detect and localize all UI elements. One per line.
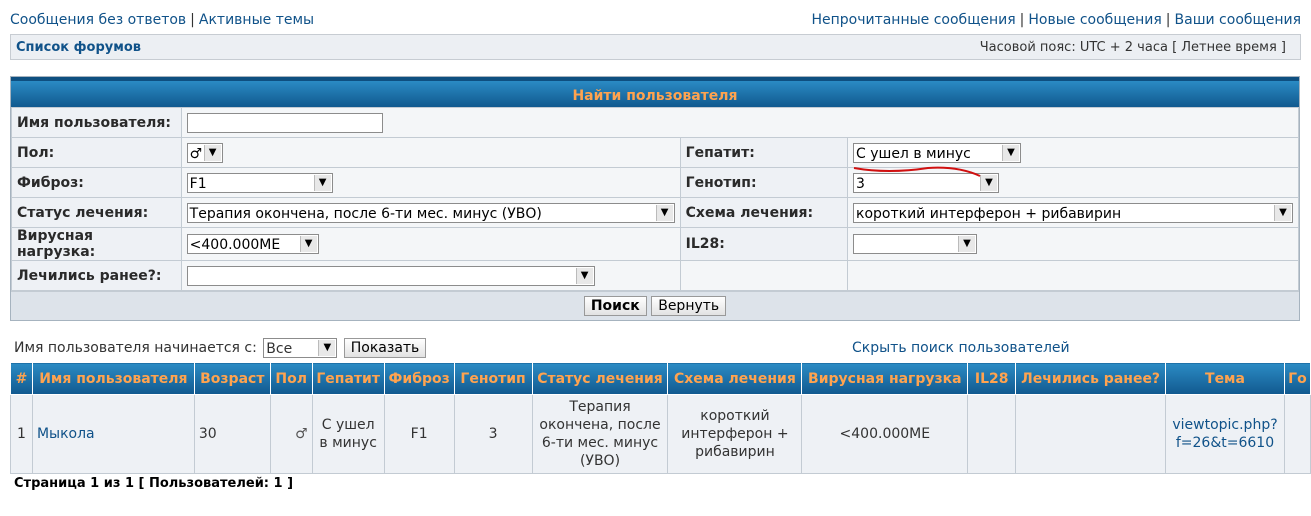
col-viral-load[interactable]: Вирусная нагрузка — [801, 362, 969, 395]
new-posts-link[interactable]: Новые сообщения — [1028, 12, 1161, 28]
username-input[interactable] — [186, 112, 383, 133]
col-il28[interactable]: IL28 — [967, 362, 1017, 395]
show-button[interactable]: Показать — [343, 338, 427, 358]
viral-load-label: Вирусная нагрузка: — [11, 227, 182, 261]
col-treatment-status[interactable]: Статус лечения — [531, 362, 669, 395]
table-row: 1 Мыкола 30 ♂ С ушел в минус F1 3 Терапи… — [10, 394, 1311, 474]
forum-list-link[interactable]: Список форумов — [16, 40, 141, 55]
treated-before-cell — [1015, 394, 1167, 474]
viral-load-select[interactable]: <400.000МЕ ▼ — [186, 234, 319, 254]
starts-with-label: Имя пользователя начинается с: — [14, 340, 257, 356]
treatment-scheme-cell: короткий интерферон + рибавирин — [667, 394, 803, 474]
col-treated-before[interactable]: Лечились ранее? — [1015, 362, 1167, 395]
il28-cell — [967, 394, 1017, 474]
row-number: 1 — [10, 394, 33, 474]
chevron-down-icon: ▼ — [575, 267, 593, 284]
treatment-status-label: Статус лечения: — [11, 197, 182, 228]
navbar: Список форумов Часовой пояс: UTC + 2 час… — [10, 34, 1301, 60]
treatment-status-cell: Терапия окончена, после 6-ти мес. минус … — [531, 394, 669, 474]
user-search-panel: Найти пользователя Имя пользователя: Пол… — [10, 76, 1300, 321]
search-button[interactable]: Поиск — [583, 296, 647, 316]
col-hepatitis[interactable]: Гепатит — [311, 362, 385, 395]
col-number[interactable]: # — [10, 362, 33, 395]
genotype-cell: 3 — [453, 394, 533, 474]
topic-link[interactable]: viewtopic.php?f=26&t=6610 — [1172, 417, 1277, 451]
gender-cell: ♂ — [269, 394, 313, 474]
il28-select[interactable]: ▼ — [853, 234, 977, 254]
treatment-scheme-label: Схема лечения: — [679, 197, 849, 228]
top-links: Сообщения без ответов | Активные темы Непр… — [10, 12, 1301, 28]
col-fibrosis[interactable]: Фиброз — [383, 362, 455, 395]
il28-label: IL28: — [679, 227, 849, 261]
col-topic[interactable]: Тема — [1165, 362, 1285, 395]
treated-before-label: Лечились ранее?: — [11, 260, 182, 291]
treated-before-select[interactable]: ▼ — [186, 265, 595, 286]
reset-button[interactable]: Вернуть — [651, 296, 727, 316]
username-label: Имя пользователя: — [11, 107, 182, 138]
hide-user-search-link[interactable]: Скрыть поиск пользователей — [852, 340, 1070, 356]
chevron-down-icon: ▼ — [958, 236, 975, 252]
treatment-scheme-select[interactable]: короткий интерферон + рибавирин ▼ — [853, 202, 1293, 223]
active-topics-link[interactable]: Активные темы — [199, 12, 314, 28]
pagination-info: Страница 1 из 1 [ Пользователей: 1 ] — [14, 476, 294, 491]
chevron-down-icon: ▼ — [1002, 144, 1019, 161]
col-genotype[interactable]: Генотип — [453, 362, 533, 395]
hepatitis-cell: С ушел в минус — [311, 394, 385, 474]
fibrosis-select[interactable]: F1 ▼ — [186, 172, 333, 193]
fibrosis-label: Фиброз: — [11, 167, 182, 198]
results-table: # Имя пользователя Возраст Пол Гепатит Ф… — [10, 362, 1311, 474]
viral-load-cell: <400.000МЕ — [801, 394, 969, 474]
search-panel-title: Найти пользователя — [11, 77, 1299, 107]
gender-select[interactable]: ♂ ▼ — [186, 142, 223, 163]
fibrosis-cell: F1 — [383, 394, 455, 474]
unread-posts-link[interactable]: Непрочитанные сообщения — [811, 12, 1015, 28]
chevron-down-icon: ▼ — [1274, 204, 1291, 221]
age-cell: 30 — [193, 394, 271, 474]
results-header-row: # Имя пользователя Возраст Пол Гепатит Ф… — [10, 362, 1311, 395]
treatment-status-select[interactable]: Терапия окончена, после 6-ти мес. минус … — [186, 202, 675, 223]
chevron-down-icon: ▼ — [318, 340, 336, 356]
your-posts-link[interactable]: Ваши сообщения — [1175, 12, 1301, 28]
col-treatment-scheme[interactable]: Схема лечения — [667, 362, 803, 395]
search-form: Имя пользователя: Пол: ♂ ▼ Гепатит: С уше… — [11, 107, 1300, 291]
gender-label: Пол: — [11, 137, 182, 168]
search-buttons: Поиск Вернуть — [11, 291, 1299, 320]
chevron-down-icon: ▼ — [299, 236, 317, 252]
starts-with-select[interactable]: Все ▼ — [263, 338, 338, 358]
chevron-down-icon: ▼ — [655, 204, 673, 221]
username-link[interactable]: Мыкола — [37, 426, 95, 442]
col-username[interactable]: Имя пользователя — [31, 362, 195, 395]
chevron-down-icon: ▼ — [203, 144, 221, 161]
col-gender[interactable]: Пол — [269, 362, 313, 395]
genotype-label: Генотип: — [679, 167, 849, 198]
unanswered-posts-link[interactable]: Сообщения без ответов — [10, 12, 186, 28]
col-more[interactable]: Го — [1283, 362, 1311, 395]
chevron-down-icon: ▼ — [313, 174, 331, 191]
timezone-text: Часовой пояс: UTC + 2 часа [ Летнее врем… — [979, 40, 1286, 55]
red-underline-annotation — [853, 166, 981, 177]
filter-row: Имя пользователя начинается с: Все ▼ Пока… — [14, 338, 427, 358]
col-age[interactable]: Возраст — [193, 362, 271, 395]
hepatitis-label: Гепатит: — [679, 137, 849, 168]
